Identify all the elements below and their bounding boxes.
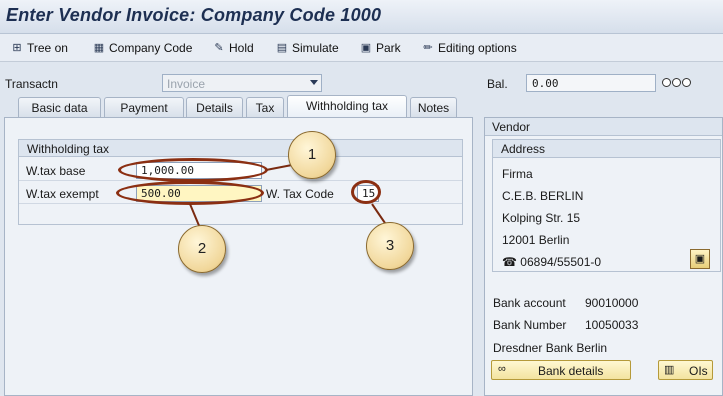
- ois-button[interactable]: ▥ OIs: [658, 360, 713, 380]
- callout-1: 1: [288, 131, 336, 179]
- callout-3: 3: [366, 222, 414, 270]
- tab-withholding-tax[interactable]: Withholding tax: [287, 95, 407, 117]
- address-group: Address Firma C.E.B. BERLIN Kolping Str.…: [492, 139, 721, 272]
- handshake-icon: ∞: [498, 363, 506, 375]
- address-line-4: 12001 Berlin: [502, 233, 570, 247]
- callout-2: 2: [178, 225, 226, 273]
- bank-account-value: 90010000: [585, 296, 639, 310]
- address-line-2: C.E.B. BERLIN: [502, 189, 584, 203]
- bank-details-button[interactable]: ∞ Bank details: [491, 360, 631, 380]
- bank-number-label: Bank Number: [493, 318, 567, 332]
- bank-name: Dresdner Bank Berlin: [493, 341, 608, 355]
- address-title: Address: [493, 140, 720, 158]
- address-line-1: Firma: [502, 167, 533, 181]
- bank-account-label: Bank account: [493, 296, 566, 310]
- vendor-panel: Vendor Address Firma C.E.B. BERLIN Kolpi…: [484, 117, 723, 396]
- phone-number: 06894/55501-0: [520, 255, 602, 269]
- table-icon: ▥: [664, 364, 675, 376]
- address-detail-icon[interactable]: ▣: [690, 249, 710, 269]
- vendor-title: Vendor: [485, 118, 722, 136]
- phone-row: ☎ 06894/55501-0: [502, 255, 601, 269]
- bank-details-label: Bank details: [538, 364, 604, 378]
- bank-number-value: 10050033: [585, 318, 639, 332]
- connector-1: [265, 164, 293, 171]
- address-line-3: Kolping Str. 15: [502, 211, 581, 225]
- phone-icon: ☎: [502, 255, 517, 269]
- ois-label: OIs: [689, 364, 708, 378]
